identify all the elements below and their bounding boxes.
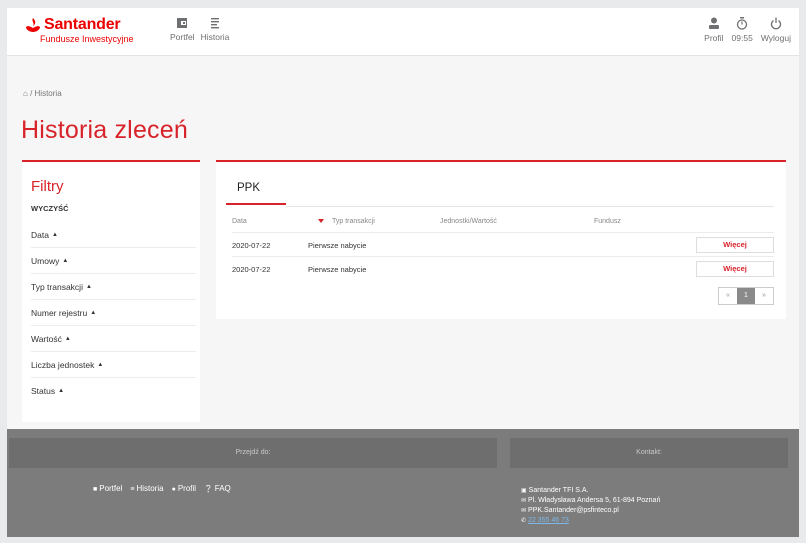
logout-link[interactable]: Wyloguj	[761, 17, 791, 43]
caret-up-icon: ▲	[85, 283, 92, 290]
filters-title: Filtry	[31, 178, 64, 195]
col-header-fund[interactable]: Fundusz	[594, 218, 621, 225]
col-header-type[interactable]: Typ transakcji	[332, 218, 375, 225]
table-row: 2020-07-22 Pierwsze nabycie Więcej	[232, 232, 774, 256]
logout-label: Wyloguj	[760, 33, 791, 43]
pager-next[interactable]: »	[755, 288, 773, 304]
nav-portfel-label: Portfel	[170, 32, 195, 42]
brand-name: Santander	[44, 16, 121, 33]
building-icon: ▣	[521, 488, 527, 494]
caret-up-icon: ▲	[58, 388, 65, 394]
filter-wartosc[interactable]: Wartość ▲	[31, 326, 196, 352]
caret-up-icon: ▲	[64, 335, 71, 342]
phone-icon: ✆	[521, 518, 527, 524]
page-title: Historia zleceń	[21, 116, 188, 144]
table-row: 2020-07-22 Pierwsze nabycie Więcej	[232, 256, 774, 280]
envelope-icon: ✉	[521, 508, 527, 514]
nav-historia[interactable]: Historia	[200, 17, 230, 42]
footer-goto-label: Przejdź do:	[9, 438, 497, 468]
row-date: 2020-07-22	[232, 265, 271, 274]
breadcrumb-current: / Historia	[30, 89, 62, 98]
pagination: « 1 »	[718, 287, 774, 305]
contact-phone[interactable]: ✆ 22 355 46 73	[521, 516, 660, 526]
wallet-icon: ■	[93, 486, 98, 493]
caret-up-icon: ▲	[90, 309, 97, 316]
main-nav: Portfel Historia	[170, 17, 229, 42]
col-header-units[interactable]: Jednostki/Wartość	[440, 218, 497, 225]
filter-umowy[interactable]: Umowy ▲	[31, 248, 196, 274]
footer-contact: Kontakt: ▣ Santander TFI S.A. ✉ Pl. Władys…	[510, 438, 788, 536]
nav-portfel[interactable]: Portfel	[170, 17, 195, 42]
tab-divider	[286, 206, 774, 207]
row-type: Pierwsze nabycie	[308, 241, 367, 250]
filter-list: Data ▲ Umowy ▲ Typ transakcji ▲ Numer rejes…	[31, 222, 196, 404]
home-icon[interactable]: ⌂	[23, 89, 28, 98]
user-controls: Profil 09:55 Wyloguj	[704, 17, 791, 43]
footer-contact-label: Kontakt:	[510, 438, 788, 468]
more-button[interactable]: Więcej	[696, 237, 774, 253]
filter-numer-rejestru[interactable]: Numer rejestru ▲	[31, 300, 196, 326]
power-icon	[770, 17, 781, 30]
filter-typ-transakcji[interactable]: Typ transakcji ▲	[31, 274, 196, 300]
contact-email[interactable]: ✉ PPK.Santander@psfinteco.pl	[521, 506, 660, 516]
more-button[interactable]: Więcej	[696, 261, 774, 277]
envelope-icon: ✉	[521, 498, 527, 504]
santander-logo[interactable]: Santander Fundusze Inwestycyjne	[25, 16, 134, 44]
session-timer: 09:55	[732, 17, 753, 43]
footer: Przejdź do: ■ Portfel ≡ Historia ● Profil ❔…	[7, 429, 799, 537]
row-type: Pierwsze nabycie	[308, 265, 367, 274]
user-icon	[708, 17, 719, 29]
history-card: PPK Data Typ transakcji Jednostki/Wartoś…	[216, 160, 786, 319]
stopwatch-icon	[737, 17, 748, 30]
filter-liczba-jednostek[interactable]: Liczba jednostek ▲	[31, 352, 196, 378]
caret-up-icon: ▲	[97, 361, 104, 368]
table-header: Data Typ transakcji Jednostki/Wartość Fu…	[232, 216, 774, 230]
pager-page[interactable]: 1	[737, 288, 755, 304]
filters-panel: Filtry WYCZYŚĆ Data ▲ Umowy ▲ Typ transakc…	[22, 160, 200, 422]
caret-up-icon: ▲	[51, 231, 58, 238]
col-header-date[interactable]: Data	[232, 218, 247, 225]
filter-status[interactable]: Status ▲	[31, 378, 196, 404]
profile-label: Profil	[704, 33, 724, 43]
footer-links: ■ Portfel ≡ Historia ● Profil ❔ FAQ	[93, 484, 231, 493]
footer-link-faq[interactable]: ❔ FAQ	[204, 484, 231, 493]
pager-prev[interactable]: «	[719, 288, 737, 304]
row-date: 2020-07-22	[232, 241, 271, 250]
main-content: ⌂ / Historia Historia zleceń Filtry WYCZ…	[7, 56, 799, 429]
profile-link[interactable]: Profil	[704, 17, 724, 43]
contact-details: ▣ Santander TFI S.A. ✉ Pl. Władysława Ande…	[521, 486, 660, 526]
footer-link-historia[interactable]: ≡ Historia	[130, 484, 163, 493]
sort-desc-icon[interactable]	[318, 219, 324, 223]
contact-address: ✉ Pl. Władysława Andersa 5, 61-894 Poznań	[521, 497, 661, 504]
breadcrumb: ⌂ / Historia	[23, 89, 62, 98]
wallet-icon	[177, 18, 188, 28]
top-header: Santander Fundusze Inwestycyjne Portfel …	[7, 8, 799, 56]
user-icon: ●	[171, 486, 176, 493]
tab-ppk[interactable]: PPK	[226, 182, 286, 205]
filter-data[interactable]: Data ▲	[31, 222, 196, 248]
list-icon: ≡	[130, 486, 135, 493]
list-icon	[210, 18, 219, 29]
timer-value: 09:55	[731, 33, 753, 43]
contact-company: ▣ Santander TFI S.A.	[521, 487, 589, 494]
caret-up-icon: ▲	[62, 257, 69, 264]
nav-historia-label: Historia	[200, 32, 230, 42]
footer-goto: Przejdź do: ■ Portfel ≡ Historia ● Profil ❔…	[9, 438, 497, 536]
footer-link-portfel[interactable]: ■ Portfel	[93, 484, 122, 493]
footer-link-profil[interactable]: ● Profil	[172, 484, 196, 493]
santander-flame-icon	[26, 18, 40, 32]
question-icon: ❔	[204, 486, 213, 493]
brand-subtitle: Fundusze Inwestycyjne	[40, 34, 134, 44]
clear-filters-button[interactable]: WYCZYŚĆ	[31, 204, 69, 213]
